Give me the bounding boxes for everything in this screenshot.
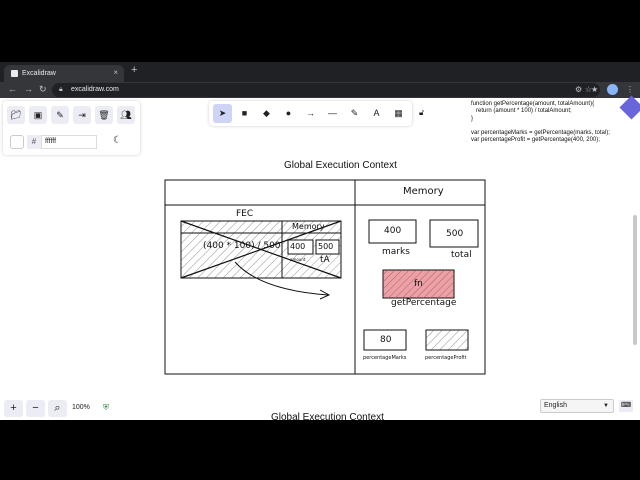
language-value: English — [544, 402, 567, 409]
trash-icon[interactable]: 🗑︎ — [95, 106, 113, 124]
fn-value: fn — [414, 279, 423, 289]
percentage-profit-label[interactable]: percentageProfit — [425, 355, 467, 361]
code-snippet[interactable]: function getPercentage(amount, totalAmou… — [471, 101, 639, 145]
total-label[interactable]: total — [451, 250, 472, 260]
fec-memory-label[interactable]: Memory — [292, 222, 325, 231]
dark-mode-toggle-icon[interactable]: ☾ — [113, 135, 122, 146]
diamond-tool-icon[interactable]: ◆ — [257, 104, 276, 123]
omnibox[interactable]: 🔒︎ excalidraw.com ☆ — [52, 83, 600, 97]
screen: Excalidraw × + ← → ↻ 🔒︎ excalidraw.com ☆… — [0, 0, 640, 480]
partial-gec-title: Global Execution Context — [271, 412, 384, 423]
color-hash-label: # — [27, 135, 41, 149]
profile-avatar[interactable] — [607, 84, 618, 95]
new-tab-button[interactable]: + — [131, 64, 137, 76]
collaborate-icon[interactable]: 👥︎ — [117, 106, 135, 124]
open-icon[interactable]: 📁︎ — [7, 106, 25, 124]
excalidraw-favicon-icon — [11, 70, 18, 77]
fec-value-2: 500 — [318, 242, 334, 251]
export-icon[interactable]: ⇥ — [73, 106, 91, 124]
zoom-level: 100% — [72, 404, 90, 411]
fn-label[interactable]: getPercentage — [391, 298, 456, 308]
memory-header[interactable]: Memory — [403, 186, 444, 197]
percentage-profit-box[interactable] — [425, 329, 469, 351]
arrow-tool-icon[interactable]: → — [301, 104, 320, 123]
save-icon[interactable]: ▣ — [29, 106, 47, 124]
extensions-icon[interactable]: ★ — [591, 85, 598, 94]
shape-toolbar: ➤ ■ ◆ ● → — ✎ A ▦ — [209, 101, 412, 126]
settings-icon[interactable]: ⚙ — [575, 85, 582, 94]
percentage-marks-label[interactable]: percentageMarks — [363, 355, 406, 361]
actions-panel: 📁︎ ▣ ✎ ⇥ 🗑︎ 👥︎ # ffffff ☾ — [3, 101, 140, 155]
lock-icon: 🔒︎ — [59, 86, 63, 93]
vertical-scrollbar[interactable] — [633, 215, 637, 345]
encryption-shield-icon[interactable]: ⛨ — [103, 403, 109, 413]
marks-value: 400 — [384, 226, 402, 236]
library-tool-icon[interactable]: ▦ — [389, 104, 408, 123]
fec-small-label: amount — [290, 257, 306, 262]
background-color-input[interactable]: ffffff — [41, 135, 97, 149]
tab-bar: Excalidraw × — [0, 62, 640, 82]
tab-excalidraw[interactable]: Excalidraw × — [4, 65, 124, 82]
background-color-swatch[interactable] — [10, 135, 24, 149]
language-select[interactable]: English ▼ — [540, 399, 614, 413]
back-button[interactable]: ← — [8, 84, 17, 94]
reset-zoom-icon[interactable]: ⌕ — [48, 400, 67, 417]
browser-menu-icon[interactable]: ⋮ — [626, 85, 634, 94]
text-tool-icon[interactable]: A — [367, 104, 386, 123]
percentage-marks-value: 80 — [380, 335, 392, 345]
rectangle-tool-icon[interactable]: ■ — [235, 104, 254, 123]
selection-tool-icon[interactable]: ➤ — [213, 104, 232, 123]
tab-title: Excalidraw — [22, 70, 56, 77]
draw-tool-icon[interactable]: ✎ — [345, 104, 364, 123]
close-tab-icon[interactable]: × — [113, 68, 118, 77]
tool-lock-icon[interactable]: 🔓︎ — [419, 108, 424, 118]
total-value: 500 — [446, 229, 464, 239]
url-text[interactable]: excalidraw.com — [71, 86, 119, 93]
fec-expression[interactable]: (400 * 100) / 500 — [203, 241, 281, 251]
keyboard-shortcuts-icon[interactable]: ⌨ — [619, 400, 633, 412]
marks-label[interactable]: marks — [382, 247, 410, 257]
zoom-in-button[interactable]: + — [4, 400, 23, 417]
zoom-out-button[interactable]: − — [26, 400, 45, 417]
gec-title[interactable]: Global Execution Context — [284, 160, 397, 171]
reload-button[interactable]: ↻ — [39, 84, 47, 95]
save-as-icon[interactable]: ✎ — [51, 106, 69, 124]
line-tool-icon[interactable]: — — [323, 104, 342, 123]
fec-ta-label[interactable]: tA — [320, 255, 330, 265]
forward-button[interactable]: → — [24, 84, 33, 94]
chevron-down-icon: ▼ — [603, 403, 609, 409]
fec-value-1: 400 — [290, 242, 306, 251]
fec-label[interactable]: FEC — [236, 209, 253, 219]
ellipse-tool-icon[interactable]: ● — [279, 104, 298, 123]
